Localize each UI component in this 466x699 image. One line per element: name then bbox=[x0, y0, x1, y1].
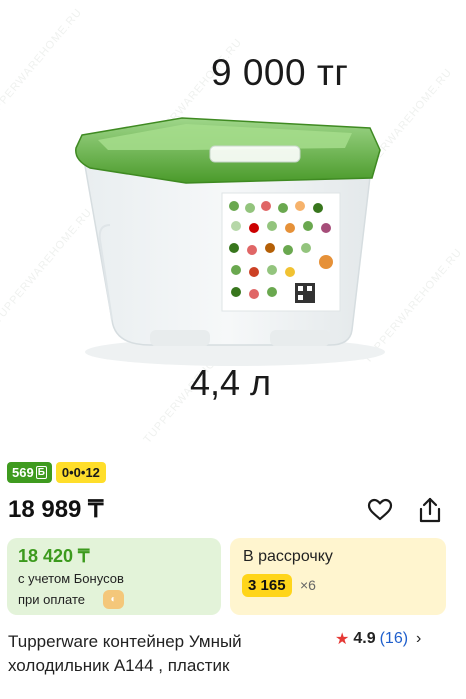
bonus-price: 18 420 ₸ bbox=[18, 546, 90, 566]
bonus-amount: 569 bbox=[12, 465, 34, 480]
installment-badge[interactable]: 0•0•12 bbox=[55, 462, 106, 483]
bonus-b-icon: Б bbox=[35, 466, 47, 479]
installment-card[interactable]: В рассрочку 3 165 ×6 bbox=[230, 538, 446, 615]
installment-amount: 3 165 bbox=[242, 574, 292, 597]
rating-score: 4.9 bbox=[353, 630, 376, 647]
bonus-price-card[interactable]: 18 420 ₸ с учетом Бонусов при оплате ◐ bbox=[7, 538, 221, 615]
favorite-button[interactable] bbox=[364, 494, 396, 526]
product-image[interactable]: TUPPERWAREHOME.RU TUPPERWAREHOME.RU TUPP… bbox=[0, 0, 466, 455]
bonus-coin-icon: ◐ bbox=[103, 590, 124, 609]
product-price: 18 989 ₸ bbox=[8, 496, 104, 523]
bonus-badge[interactable]: 569 Б bbox=[7, 462, 52, 483]
share-button[interactable] bbox=[414, 494, 446, 526]
share-icon bbox=[419, 497, 441, 523]
product-title[interactable]: Tupperware контейнер Умный холодильник А… bbox=[8, 630, 328, 678]
installment-multiplier: ×6 bbox=[300, 577, 316, 593]
badges-row: 569 Б 0•0•12 bbox=[7, 462, 106, 483]
image-volume-overlay: 4,4 л bbox=[190, 362, 272, 403]
heart-icon bbox=[367, 498, 393, 521]
chevron-right-icon: › bbox=[416, 630, 422, 647]
image-price-overlay: 9 000 тг bbox=[211, 52, 349, 93]
bonus-caption: с учетом Бонусов bbox=[18, 571, 124, 586]
rating-link[interactable]: ★ 4.9 (16) › bbox=[335, 629, 421, 649]
payment-caption: при оплате bbox=[18, 592, 85, 607]
installment-label: В рассрочку bbox=[243, 548, 333, 565]
star-icon: ★ bbox=[335, 631, 350, 648]
review-count: (16) bbox=[379, 630, 409, 647]
